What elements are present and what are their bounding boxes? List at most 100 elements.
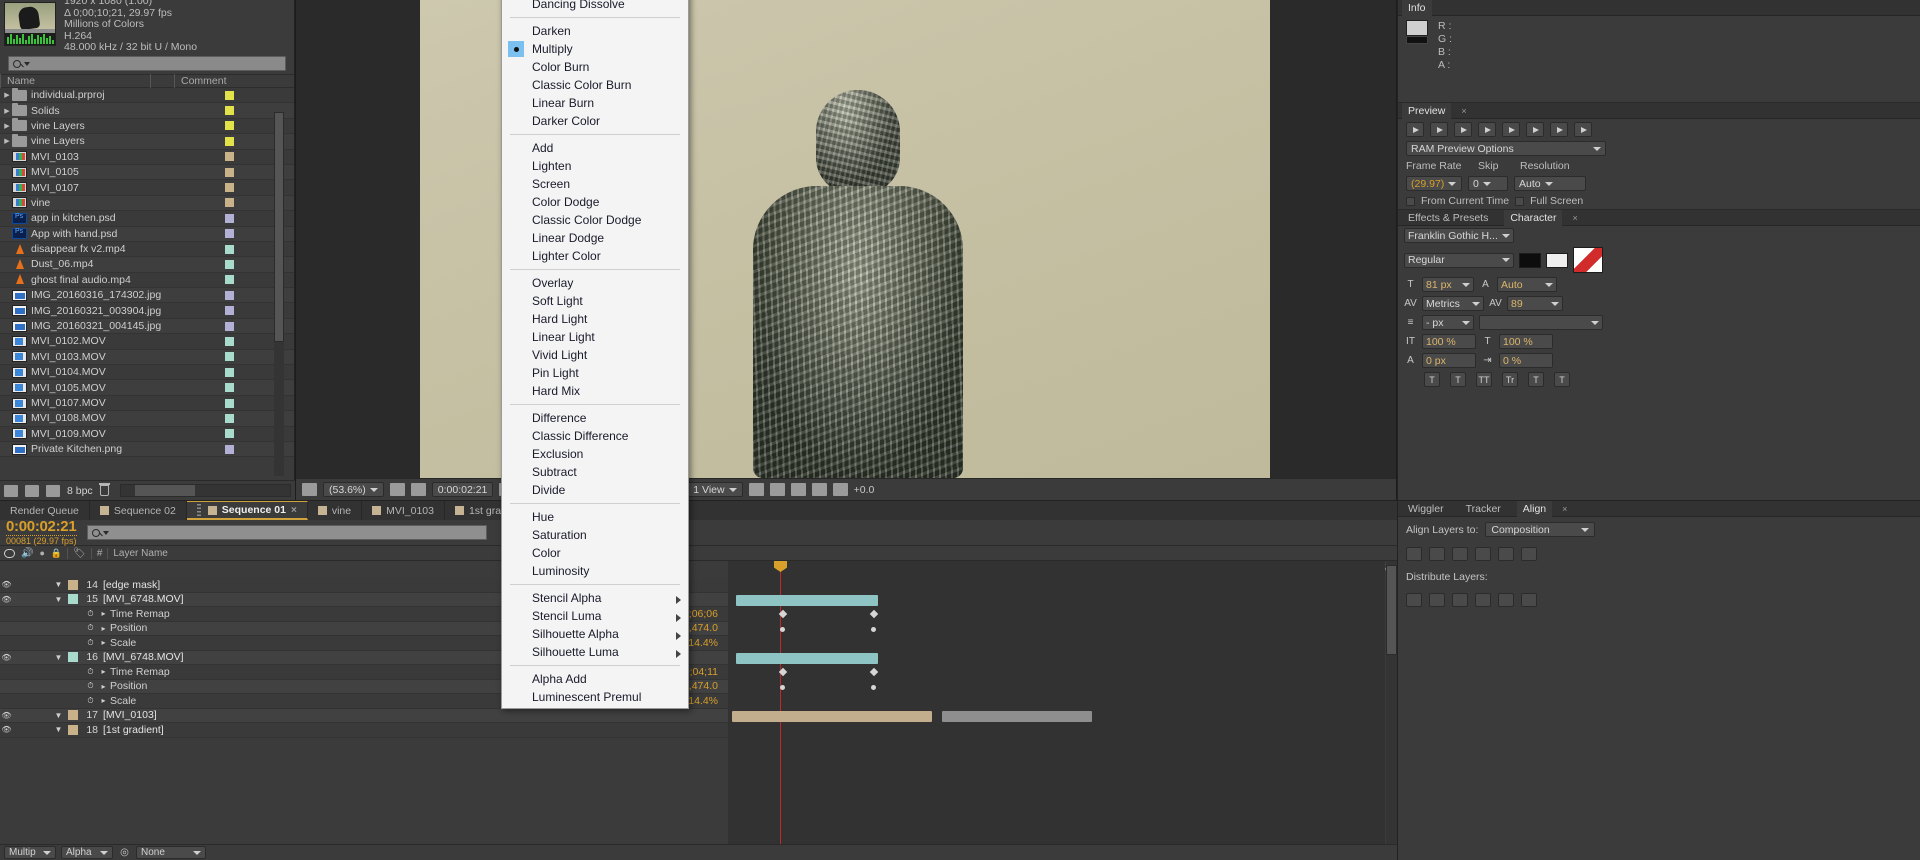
pixel-aspect-correction-icon[interactable] [749,483,764,496]
leading-field[interactable]: Auto [1497,277,1557,292]
layer-duration-bar[interactable] [942,711,1092,722]
fast-previews-icon[interactable] [770,483,785,496]
layer-number-column[interactable]: # [97,548,103,559]
audio-toggle-button[interactable] [1526,122,1544,137]
project-search-input[interactable] [8,56,286,71]
align-top-button[interactable] [1475,547,1491,561]
twirl-icon[interactable]: ▼ [52,580,65,589]
label-color-swatch[interactable] [225,414,234,423]
first-frame-button[interactable] [1406,122,1424,137]
keyframe-marker[interactable] [780,685,785,690]
track-matte-select[interactable]: Alpha [61,846,113,859]
keyframe-marker[interactable] [871,685,876,690]
label-color-swatch[interactable] [225,291,234,300]
fill-color-swatch[interactable] [1519,253,1541,268]
close-icon[interactable]: × [1562,504,1567,514]
twirl-icon[interactable]: ▸ [97,624,110,633]
project-item-row[interactable]: IMG_20160321_004145.jpg [0,319,294,334]
subscript-button[interactable]: T [1554,372,1570,387]
menu-item-darker-color[interactable]: Darker Color [502,112,688,130]
label-color-swatch[interactable] [225,214,234,223]
menu-item-exclusion[interactable]: Exclusion [502,445,688,463]
horizontal-scale-field[interactable]: 100 % [1499,334,1553,349]
view-layout-popup[interactable]: 1 View [687,482,742,497]
stopwatch-icon[interactable]: ⏱ [84,667,97,677]
project-item-row[interactable]: Private Kitchen.png [0,442,294,457]
timeline-tab-vine[interactable]: vine [308,501,362,520]
menu-item-color-dodge[interactable]: Color Dodge [502,193,688,211]
label-color-swatch[interactable] [225,106,234,115]
menu-item-stencil-alpha[interactable]: Stencil Alpha [502,589,688,607]
tracking-field[interactable]: 89 [1507,296,1563,311]
timeline-tab-sequence-01[interactable]: Sequence 01× [187,501,308,520]
menu-item-color-burn[interactable]: Color Burn [502,58,688,76]
twirl-icon[interactable]: ▶ [2,107,12,115]
layer-duration-bar[interactable] [736,653,878,664]
loop-button[interactable] [1550,122,1568,137]
project-item-row[interactable]: disappear fx v2.mp4 [0,242,294,257]
project-item-list[interactable]: ▶individual.prproj▶Solids▶vine Layers▶vi… [0,88,294,480]
label-color-swatch[interactable] [68,725,78,735]
drag-handle[interactable] [197,504,201,517]
label-color-swatch[interactable] [68,580,78,590]
label-color-swatch[interactable] [225,152,234,161]
label-column-icon[interactable]: 🏷 [73,548,86,559]
menu-item-color[interactable]: Color [502,544,688,562]
menu-item-vivid-light[interactable]: Vivid Light [502,346,688,364]
video-switch-icon[interactable]: 👁 [0,595,13,604]
timeline-track-area[interactable] [728,561,1385,844]
font-family-select[interactable]: Franklin Gothic H... [1404,228,1514,243]
exposure-value[interactable]: +0.0 [854,484,875,496]
label-column-icon[interactable] [150,74,174,88]
label-color-swatch[interactable] [68,594,78,604]
menu-item-darken[interactable]: Darken [502,22,688,40]
baseline-shift-field[interactable]: 0 px [1422,353,1476,368]
stroke-color-swatch[interactable] [1546,253,1568,268]
stroke-type-select[interactable] [1479,315,1603,330]
twirl-icon[interactable]: ▸ [97,696,110,705]
label-color-swatch[interactable] [225,121,234,130]
label-color-swatch[interactable] [225,91,234,100]
project-item-row[interactable]: MVI_0103 [0,150,294,165]
interpret-footage-icon[interactable] [4,485,18,497]
twirl-icon[interactable]: ▼ [52,725,65,734]
twirl-icon[interactable]: ▶ [2,122,12,130]
label-color-swatch[interactable] [68,710,78,720]
menu-item-subtract[interactable]: Subtract [502,463,688,481]
layer-name[interactable]: [MVI_0103] [103,709,728,721]
label-color-swatch[interactable] [225,368,234,377]
project-item-row[interactable]: MVI_0104.MOV [0,365,294,380]
align-horizontal-center-button[interactable] [1429,547,1445,561]
twirl-icon[interactable]: ▼ [52,653,65,662]
label-color-swatch[interactable] [225,245,234,254]
last-frame-button[interactable] [1502,122,1520,137]
project-item-row[interactable]: ▶Solids [0,103,294,118]
label-color-swatch[interactable] [225,383,234,392]
menu-item-saturation[interactable]: Saturation [502,526,688,544]
all-caps-button[interactable]: TT [1476,372,1492,387]
align-bottom-button[interactable] [1521,547,1537,561]
kerning-field[interactable]: Metrics [1422,296,1484,311]
timeline-icon[interactable] [791,483,806,496]
distribute-horizontal-center-button[interactable] [1498,593,1514,607]
menu-item-linear-dodge[interactable]: Linear Dodge [502,229,688,247]
keyframe-marker[interactable] [871,627,876,632]
blending-mode-menu[interactable]: Dancing DissolveDarkenMultiplyColor Burn… [501,0,689,709]
skip-popup[interactable]: 0 [1468,176,1508,191]
close-icon[interactable]: × [1461,106,1466,116]
video-switch-icon[interactable]: 👁 [0,725,13,734]
ram-preview-options-popup[interactable]: RAM Preview Options [1406,141,1606,156]
tab-character[interactable]: Character [1504,210,1562,226]
project-item-row[interactable]: ▶individual.prproj [0,88,294,103]
faux-bold-button[interactable]: T [1424,372,1440,387]
label-color-swatch[interactable] [225,260,234,269]
tab-tracker[interactable]: Tracker [1460,501,1507,517]
label-color-swatch[interactable] [225,399,234,408]
project-item-row[interactable]: IMG_20160321_003904.jpg [0,303,294,318]
next-frame-button[interactable] [1478,122,1496,137]
menu-item-linear-burn[interactable]: Linear Burn [502,94,688,112]
timeline-layer-row[interactable]: 👁▼18[1st gradient] [0,723,728,738]
tab-wiggler[interactable]: Wiggler [1402,501,1450,517]
stopwatch-icon[interactable]: ⏱ [84,638,97,648]
lock-switch-icon[interactable]: 🔒 [51,548,62,559]
